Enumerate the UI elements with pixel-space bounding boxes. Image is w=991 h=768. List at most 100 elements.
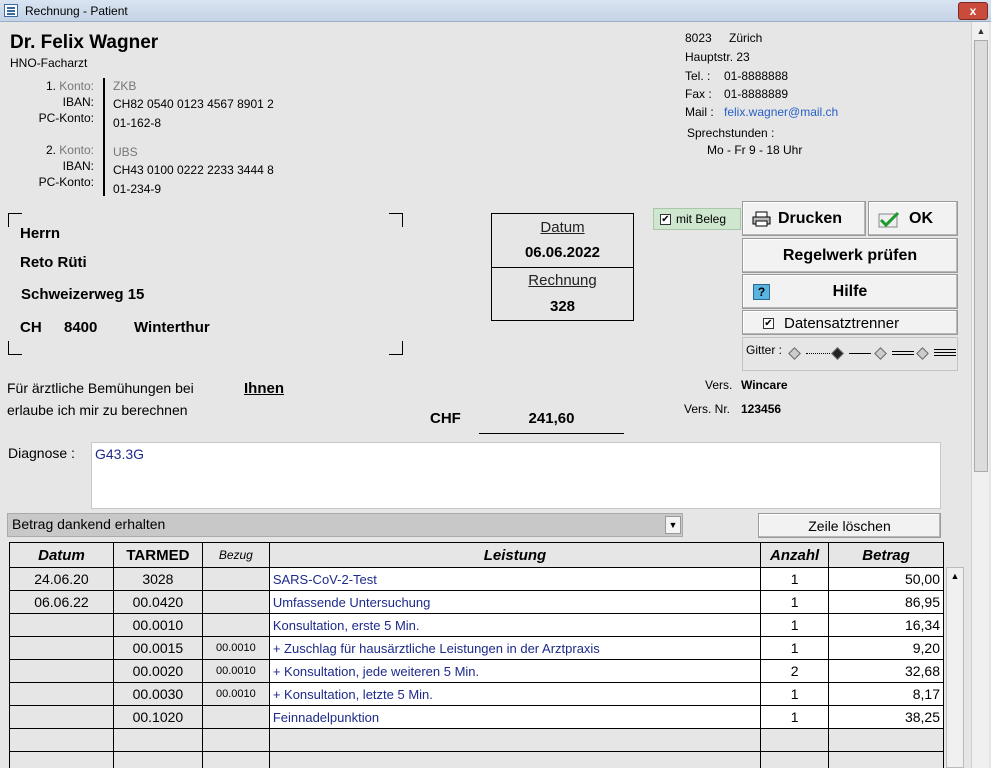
empty-cell[interactable]	[9, 728, 114, 752]
row-amount[interactable]: 86,95	[828, 590, 944, 614]
account-2-label: 2. Konto:	[45, 143, 94, 157]
table-row[interactable]: 00.0015 00.0010 + Zuschlag für hausärztl…	[9, 636, 944, 660]
col-header-date[interactable]: Datum	[9, 542, 114, 568]
help-button[interactable]: ? Hilfe	[742, 274, 958, 309]
mail-link[interactable]: felix.wagner@mail.ch	[724, 105, 838, 119]
row-amount[interactable]: 16,34	[828, 613, 944, 637]
row-code[interactable]: 00.1020	[112, 705, 203, 729]
billing-addressee: Ihnen	[244, 380, 284, 397]
grid-option-dotted[interactable]	[831, 347, 844, 360]
empty-cell[interactable]	[201, 728, 270, 752]
row-code[interactable]: 00.0010	[112, 613, 203, 637]
separator-toggle[interactable]: ✔ Datensatztrenner	[742, 310, 958, 335]
row-service[interactable]: + Konsultation, letzte 5 Min.	[268, 682, 762, 706]
scroll-thumb[interactable]	[974, 40, 988, 472]
row-ref[interactable]	[201, 613, 270, 637]
row-amount[interactable]: 9,20	[828, 636, 944, 660]
table-row-empty[interactable]	[9, 728, 944, 752]
row-date[interactable]	[9, 682, 114, 706]
print-button[interactable]: Drucken	[742, 201, 866, 236]
row-amount[interactable]: 8,17	[828, 682, 944, 706]
col-header-amount[interactable]: Betrag	[828, 542, 944, 568]
empty-cell[interactable]	[268, 751, 762, 768]
printer-icon	[752, 211, 771, 227]
row-service[interactable]: SARS-CoV-2-Test	[268, 567, 762, 591]
row-amount[interactable]: 50,00	[828, 567, 944, 591]
table-row[interactable]: 00.1020 Feinnadelpunktion 1 38,25	[9, 705, 944, 729]
table-row-empty[interactable]	[9, 751, 944, 768]
row-ref[interactable]: 00.0010	[201, 636, 270, 660]
check-rules-button[interactable]: Regelwerk prüfen	[742, 238, 958, 273]
row-service[interactable]: Umfassende Untersuchung	[268, 590, 762, 614]
row-service[interactable]: Feinnadelpunktion	[268, 705, 762, 729]
grid-option-none[interactable]	[788, 347, 801, 360]
grid-option-double[interactable]	[916, 347, 929, 360]
row-service[interactable]: Konsultation, erste 5 Min.	[268, 613, 762, 637]
row-qty[interactable]: 2	[760, 659, 830, 683]
col-header-qty[interactable]: Anzahl	[760, 542, 830, 568]
row-qty[interactable]: 1	[760, 590, 830, 614]
row-date[interactable]	[9, 705, 114, 729]
table-header-row: Datum TARMED Bezug Leistung Anzahl Betra…	[9, 542, 944, 568]
grid-option-single[interactable]	[874, 347, 887, 360]
scroll-up-arrow-icon[interactable]: ▲	[973, 23, 989, 39]
mit-beleg-checkbox[interactable]: ✔ mit Beleg	[653, 208, 741, 230]
tel-label: Tel. :	[685, 69, 711, 83]
mit-beleg-label: mit Beleg	[676, 212, 727, 226]
table-row[interactable]: 06.06.22 00.0420 Umfassende Untersuchung…	[9, 590, 944, 614]
col-header-tarmed[interactable]: TARMED	[112, 542, 203, 568]
table-row[interactable]: 00.0030 00.0010 + Konsultation, letzte 5…	[9, 682, 944, 706]
close-button[interactable]: x	[958, 2, 988, 20]
row-date[interactable]: 06.06.22	[9, 590, 114, 614]
row-qty[interactable]: 1	[760, 682, 830, 706]
scroll-up-arrow-icon[interactable]: ▲	[947, 569, 963, 583]
row-date[interactable]	[9, 659, 114, 683]
empty-cell[interactable]	[828, 751, 944, 768]
diagnosis-field[interactable]: G43.3G	[91, 442, 941, 509]
empty-cell[interactable]	[112, 751, 203, 768]
row-qty[interactable]: 1	[760, 705, 830, 729]
chevron-down-icon[interactable]: ▼	[665, 516, 681, 534]
empty-cell[interactable]	[828, 728, 944, 752]
row-amount[interactable]: 38,25	[828, 705, 944, 729]
row-amount[interactable]: 32,68	[828, 659, 944, 683]
row-code[interactable]: 00.0420	[112, 590, 203, 614]
empty-cell[interactable]	[201, 751, 270, 768]
payment-status-select[interactable]: Betrag dankend erhalten ▼	[7, 513, 683, 537]
table-row[interactable]: 24.06.20 3028 SARS-CoV-2-Test 1 50,00	[9, 567, 944, 591]
row-qty[interactable]: 1	[760, 613, 830, 637]
recipient-street: Schweizerweg 15	[21, 286, 145, 303]
row-code[interactable]: 00.0020	[112, 659, 203, 683]
help-label: Hilfe	[832, 283, 868, 300]
delete-row-button[interactable]: Zeile löschen	[758, 513, 941, 538]
table-row[interactable]: 00.0020 00.0010 + Konsultation, jede wei…	[9, 659, 944, 683]
empty-cell[interactable]	[9, 751, 114, 768]
empty-cell[interactable]	[760, 751, 830, 768]
empty-cell[interactable]	[268, 728, 762, 752]
row-date[interactable]	[9, 613, 114, 637]
row-date[interactable]	[9, 636, 114, 660]
row-ref[interactable]: 00.0010	[201, 659, 270, 683]
ok-button[interactable]: OK	[868, 201, 958, 236]
row-ref[interactable]	[201, 590, 270, 614]
table-scrollbar[interactable]: ▲	[946, 567, 964, 768]
row-qty[interactable]: 1	[760, 567, 830, 591]
col-header-service[interactable]: Leistung	[268, 542, 762, 568]
row-date[interactable]: 24.06.20	[9, 567, 114, 591]
row-qty[interactable]: 1	[760, 636, 830, 660]
col-header-ref[interactable]: Bezug	[201, 542, 270, 568]
row-ref[interactable]	[201, 705, 270, 729]
row-code[interactable]: 00.0030	[112, 682, 203, 706]
row-ref[interactable]: 00.0010	[201, 682, 270, 706]
window-scrollbar[interactable]: ▲	[971, 22, 989, 768]
table-row[interactable]: 00.0010 Konsultation, erste 5 Min. 1 16,…	[9, 613, 944, 637]
row-service[interactable]: + Zuschlag für hausärztliche Leistungen …	[268, 636, 762, 660]
row-ref[interactable]	[201, 567, 270, 591]
doctor-name: Dr. Felix Wagner	[10, 32, 159, 53]
empty-cell[interactable]	[112, 728, 203, 752]
row-code[interactable]: 00.0015	[112, 636, 203, 660]
row-code[interactable]: 3028	[112, 567, 203, 591]
empty-cell[interactable]	[760, 728, 830, 752]
row-service[interactable]: + Konsultation, jede weiteren 5 Min.	[268, 659, 762, 683]
separator-label: Datensatztrenner	[784, 315, 900, 332]
